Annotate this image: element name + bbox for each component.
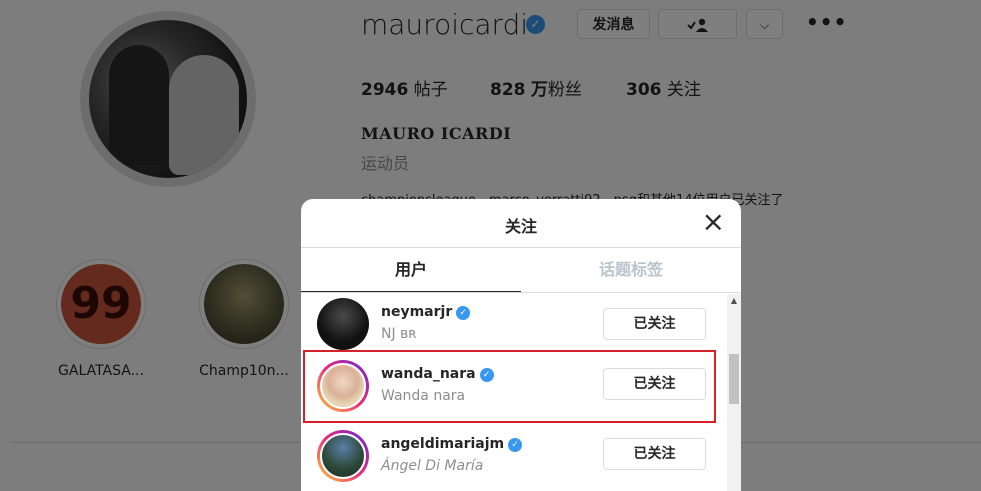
tab-hashtags[interactable]: 话题标签 [521,248,741,292]
highlight-annotation-box [303,350,716,423]
modal-header: 关注 × [301,199,741,248]
scrollbar-thumb[interactable] [729,354,739,404]
modal-title: 关注 [504,217,537,236]
user-avatar[interactable] [317,430,369,482]
close-icon[interactable]: × [702,208,725,236]
following-button[interactable]: 已关注 [603,438,706,470]
avatar-image [320,433,366,479]
user-fullname: Ángel Di María [381,458,484,474]
scroll-up-arrow-icon[interactable]: ▲ [727,296,741,305]
list-item[interactable]: neymarjr ✓ NJ ʙʀ 已关注 [301,294,725,358]
following-button[interactable]: 已关注 [603,308,706,340]
user-username[interactable]: neymarjr ✓ [381,304,471,320]
list-scrollbar[interactable]: ▲ [727,294,741,491]
user-username[interactable]: angeldimariajm ✓ [381,436,523,452]
verified-badge-icon: ✓ [456,306,471,320]
modal-tabs: 用户 话题标签 [301,248,741,293]
list-item[interactable]: angeldimariajm ✓ Ángel Di María 已关注 [301,422,725,486]
verified-badge-icon: ✓ [508,438,523,452]
user-fullname: NJ ʙʀ [381,326,417,342]
tab-users[interactable]: 用户 [301,248,521,292]
following-modal: 关注 × 用户 话题标签 neymarjr ✓ NJ ʙʀ 已关注 wanda_n… [301,199,741,491]
avatar-image [317,298,369,350]
user-avatar[interactable] [317,298,369,350]
